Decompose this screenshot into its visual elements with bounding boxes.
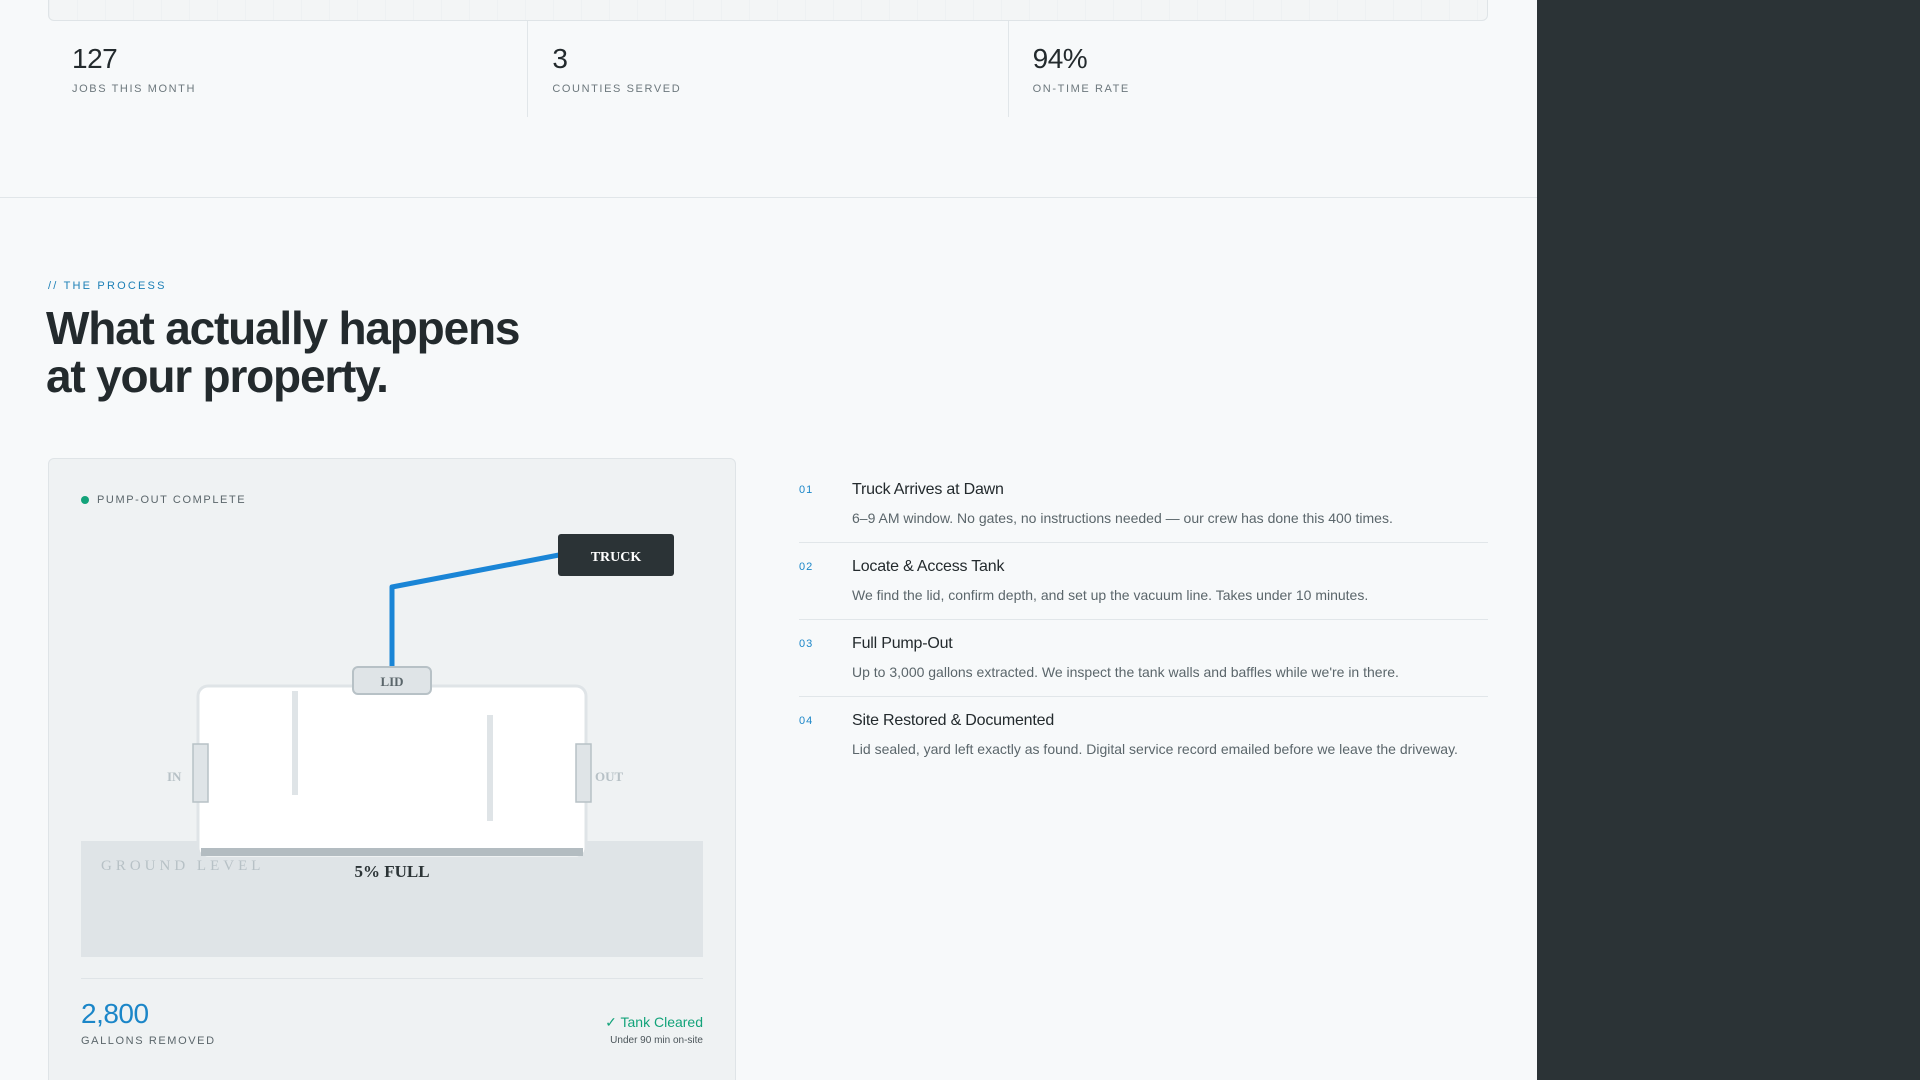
step-number: 02 xyxy=(799,561,814,573)
right-dark-panel xyxy=(1537,0,1920,1080)
step-description: Lid sealed, yard left exactly as found. … xyxy=(852,741,1458,757)
step-title: Locate & Access Tank xyxy=(852,558,1005,575)
stats-row: 127 JOBS THIS MONTH 3 COUNTIES SERVED 94… xyxy=(48,21,1488,117)
section-divider xyxy=(0,197,1537,198)
section-eyebrow: // THE PROCESS xyxy=(48,280,167,292)
outlet-label: OUT xyxy=(595,769,624,784)
truck-label: TRUCK xyxy=(591,550,642,565)
tank-cleared-subtext: Under 90 min on-site xyxy=(610,1035,703,1046)
stat-label: COUNTIES SERVED xyxy=(552,83,682,95)
outlet-pipe xyxy=(575,743,592,803)
inlet-pipe xyxy=(192,743,209,803)
step-number: 04 xyxy=(799,715,814,727)
septic-tank-diagram: GROUND LEVEL TRUCK IN OUT LID 5% FULL xyxy=(81,534,703,957)
lid-label: LID xyxy=(380,674,403,689)
stat-value: 3 xyxy=(552,43,568,74)
step-description: Up to 3,000 gallons extracted. We inspec… xyxy=(852,664,1399,680)
step-item: 03 Full Pump-Out Up to 3,000 gallons ext… xyxy=(799,620,1488,697)
step-number: 03 xyxy=(799,638,814,650)
stat-counties: 3 COUNTIES SERVED xyxy=(527,21,1007,117)
vacuum-hose xyxy=(389,552,560,671)
stat-value: 127 xyxy=(72,43,118,74)
tank-fill-level xyxy=(201,848,583,856)
stat-jobs: 127 JOBS THIS MONTH xyxy=(48,21,527,117)
previous-card-edge xyxy=(48,0,1488,21)
step-item: 02 Locate & Access Tank We find the lid,… xyxy=(799,543,1488,620)
step-item: 01 Truck Arrives at Dawn 6–9 AM window. … xyxy=(799,466,1488,543)
fill-label: 5% FULL xyxy=(354,862,429,881)
step-title: Site Restored & Documented xyxy=(852,712,1055,729)
step-description: 6–9 AM window. No gates, no instructions… xyxy=(852,510,1393,526)
process-steps: 01 Truck Arrives at Dawn 6–9 AM window. … xyxy=(799,466,1488,773)
ground-label: GROUND LEVEL xyxy=(101,858,264,874)
inlet-label: IN xyxy=(167,769,182,784)
step-number: 01 xyxy=(799,484,814,496)
main-content: 127 JOBS THIS MONTH 3 COUNTIES SERVED 94… xyxy=(0,0,1537,1080)
section-heading: What actually happens at your property. xyxy=(46,302,520,402)
step-item: 04 Site Restored & Documented Lid sealed… xyxy=(799,697,1488,773)
tank-body xyxy=(196,684,588,860)
step-title: Truck Arrives at Dawn xyxy=(852,481,1004,498)
stat-on-time: 94% ON-TIME RATE xyxy=(1007,21,1488,117)
tank-diagram-card: PUMP-OUT COMPLETE GROUND LEVEL TRUCK IN … xyxy=(48,458,736,1080)
card-divider xyxy=(81,978,703,979)
stat-label: JOBS THIS MONTH xyxy=(72,83,197,95)
gallons-label: GALLONS REMOVED xyxy=(81,1035,216,1047)
stat-label: ON-TIME RATE xyxy=(1032,83,1130,95)
gallons-value: 2,800 xyxy=(81,998,149,1029)
step-description: We find the lid, confirm depth, and set … xyxy=(852,587,1369,603)
tank-cleared-status: ✓ Tank Cleared xyxy=(605,1014,703,1030)
step-title: Full Pump-Out xyxy=(852,635,953,652)
stat-value: 94% xyxy=(1032,43,1088,74)
